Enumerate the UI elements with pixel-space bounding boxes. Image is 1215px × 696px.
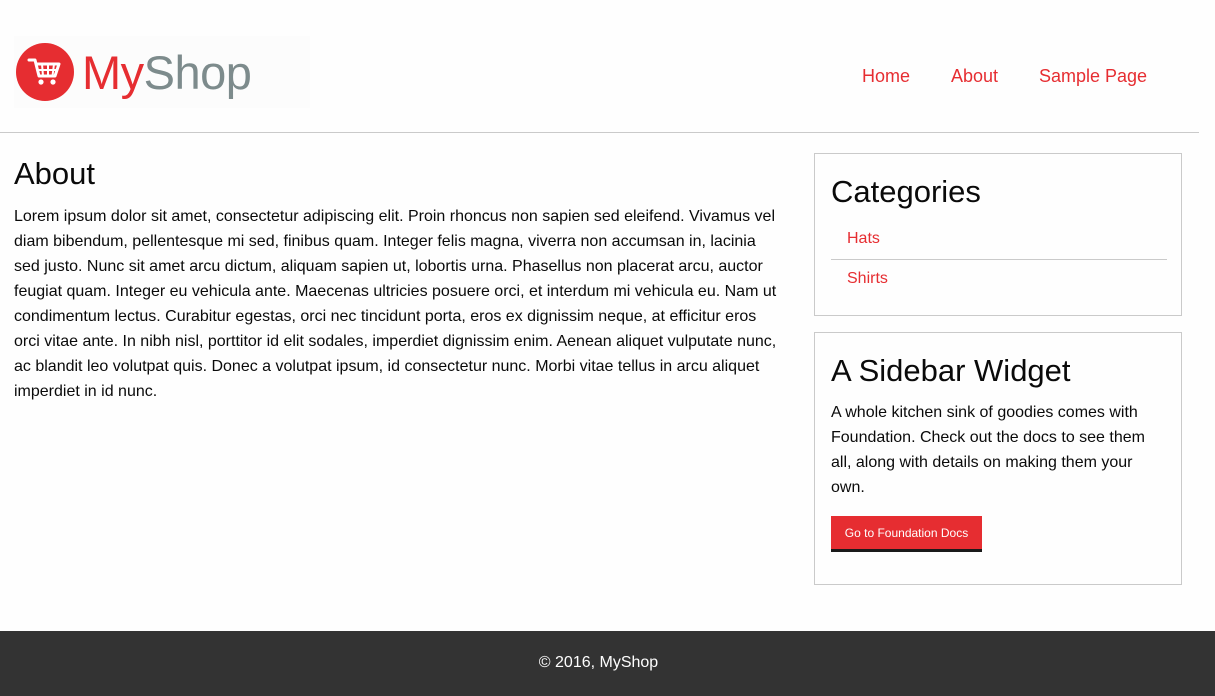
foundation-docs-button[interactable]: Go to Foundation Docs	[831, 516, 982, 552]
site-footer: © 2016, MyShop	[0, 631, 1215, 696]
footer-copyright: © 2016, MyShop	[538, 654, 659, 671]
nav-link-about[interactable]: About	[951, 66, 998, 87]
nav-link-sample-page[interactable]: Sample Page	[1039, 66, 1147, 87]
categories-widget-title: Categories	[831, 174, 981, 209]
sidebar-widget-title: A Sidebar Widget	[831, 353, 1071, 388]
category-item: Shirts	[831, 259, 1167, 298]
sidebar-widget-text: A whole kitchen sink of goodies comes wi…	[831, 404, 1145, 496]
page-title: About	[14, 156, 96, 191]
categories-widget: Categories Hats Shirts	[814, 153, 1182, 316]
category-item: Hats	[831, 220, 1167, 259]
category-link-hats[interactable]: Hats	[831, 220, 1167, 248]
category-link-shirts[interactable]: Shirts	[831, 260, 1167, 288]
top-nav: Home About Sample Page	[0, 66, 1199, 88]
sidebar-widget: A Sidebar Widget A whole kitchen sink of…	[814, 332, 1182, 585]
page-body-text: Lorem ipsum dolor sit amet, consectetur …	[14, 208, 777, 400]
site-header: MyShop Home About Sample Page	[0, 0, 1199, 133]
nav-link-home[interactable]: Home	[862, 66, 910, 87]
categories-list: Hats Shirts	[831, 220, 1167, 298]
